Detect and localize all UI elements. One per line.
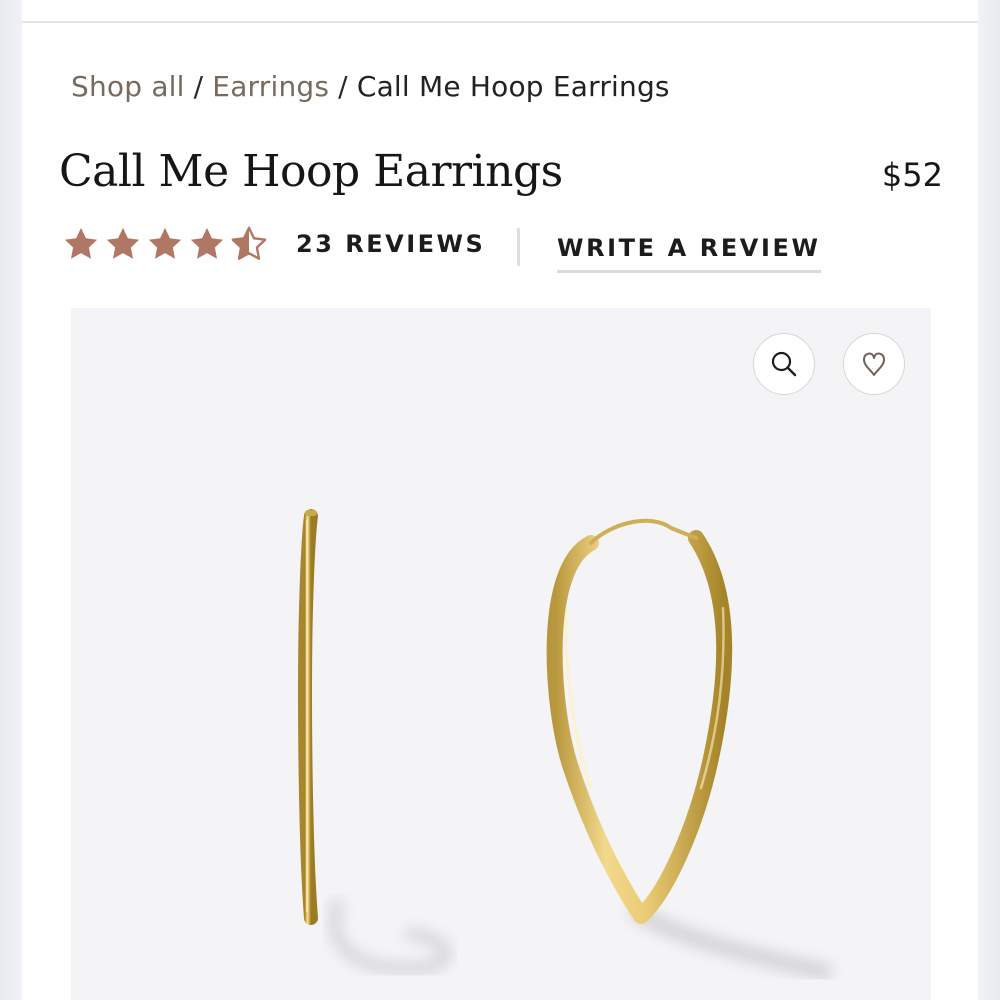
star-icon [62, 225, 100, 263]
star-icon [104, 225, 142, 263]
breadcrumb-current: Call Me Hoop Earrings [356, 69, 670, 103]
product-title: Call Me Hoop Earrings [59, 146, 563, 197]
header-divider [22, 21, 978, 23]
zoom-button[interactable] [753, 333, 815, 395]
write-review-link[interactable]: WRITE A REVIEW [557, 234, 821, 273]
half-star-icon [230, 225, 268, 263]
breadcrumb-separator: / [338, 69, 348, 103]
star-icon [146, 225, 184, 263]
rating-divider [517, 228, 520, 266]
star-rating[interactable] [62, 225, 268, 263]
breadcrumb: Shop all / Earrings / Call Me Hoop Earri… [71, 66, 670, 106]
search-icon [771, 351, 797, 377]
product-price: $52 [881, 156, 943, 194]
breadcrumb-separator: / [193, 69, 204, 103]
breadcrumb-earrings[interactable]: Earrings [212, 70, 329, 103]
earrings-image [297, 509, 833, 981]
heart-icon [863, 352, 885, 376]
product-image[interactable] [71, 308, 931, 1000]
reviews-count-link[interactable]: 23 REVIEWS [296, 230, 485, 258]
star-icon [188, 225, 226, 263]
breadcrumb-shop-all[interactable]: Shop all [71, 70, 185, 103]
favorite-button[interactable] [843, 333, 905, 395]
rating-row: 23 REVIEWS [62, 222, 485, 266]
